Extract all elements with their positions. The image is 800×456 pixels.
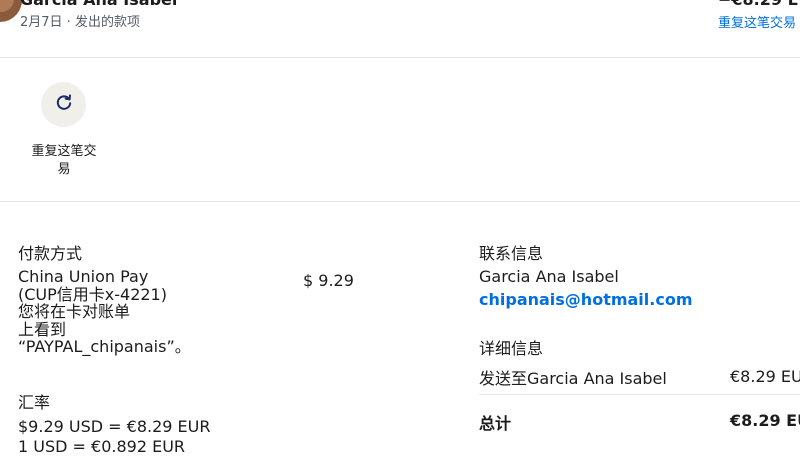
repeat-transaction-label: 重复这笔交易 [31, 144, 97, 177]
exchange-rate-value: 1 USD = €0.892 EUR [18, 437, 186, 456]
total-label: 总计 [479, 414, 512, 433]
payment-method-description: China Union Pay (CUP信用卡x-4221) 您将在卡对账单 上… [18, 268, 208, 356]
exchange-conversion: $9.29 USD = €8.29 EUR [18, 417, 211, 436]
divider [0, 57, 800, 58]
recipient-name: Garcia Ana Isabel [20, 0, 177, 9]
contact-info-heading: 联系信息 [479, 244, 544, 263]
details-heading: 详细信息 [479, 339, 544, 358]
statement-note-line: 上看到 [18, 319, 67, 339]
exchange-rate-heading: 汇率 [18, 393, 51, 412]
repeat-transaction-link[interactable]: 重复这笔交易 [718, 12, 796, 31]
sent-to-amount: €8.29 EUR [730, 367, 800, 386]
divider [0, 201, 800, 202]
contact-name: Garcia Ana Isabel [479, 267, 619, 286]
payment-amount: $ 9.29 [303, 271, 354, 290]
contact-email-link[interactable]: chipanais@hotmail.com [479, 290, 693, 309]
transaction-amount: −€8.29 EUR [718, 0, 800, 9]
payment-card-info: (CUP信用卡x-4221) [18, 284, 167, 304]
transaction-date-type: 2月7日 · 发出的款项 [20, 15, 140, 30]
avatar [0, 0, 22, 22]
refresh-icon [54, 93, 74, 117]
payment-method-heading: 付款方式 [18, 244, 83, 263]
statement-note-line: 您将在卡对账单 [18, 302, 131, 321]
payment-method-name: China Union Pay [18, 267, 149, 286]
repeat-transaction-button[interactable] [41, 82, 86, 127]
details-divider [479, 394, 800, 395]
sent-to-label: 发送至Garcia Ana Isabel [479, 369, 667, 388]
statement-descriptor: “PAYPAL_chipanais”。 [18, 337, 191, 356]
total-amount: €8.29 EUR [730, 411, 800, 430]
